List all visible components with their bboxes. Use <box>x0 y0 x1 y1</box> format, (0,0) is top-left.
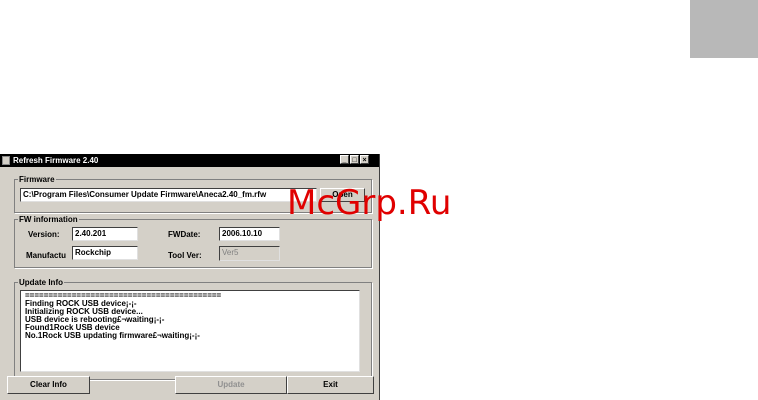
manufacturer-label: Manufactu <box>26 251 66 260</box>
tool-version-label: Tool Ver: <box>168 251 202 260</box>
firmware-path-field[interactable]: C:\Program Files\Consumer Update Firmwar… <box>20 188 317 202</box>
version-label: Version: <box>28 230 60 239</box>
close-button[interactable]: × <box>360 155 369 164</box>
update-info-legend: Update Info <box>19 278 63 287</box>
watermark-text: McGrp.Ru <box>287 183 452 223</box>
version-field[interactable]: 2.40.201 <box>72 227 138 241</box>
manufacturer-field[interactable]: Rockchip <box>72 246 138 260</box>
fw-information-legend: FW information <box>19 215 78 224</box>
title-bar: Refresh Firmware 2.40 _ □ × <box>0 154 379 167</box>
log-line: No.1Rock USB updating firmware£¬waiting¡… <box>25 331 200 340</box>
update-log-textarea[interactable]: ========================================… <box>20 290 360 372</box>
fwdate-label: FWDate: <box>168 230 201 239</box>
fwdate-field[interactable]: 2006.10.10 <box>219 227 280 241</box>
window-controls: _ □ × <box>340 155 369 164</box>
firmware-legend: Firmware <box>19 175 55 184</box>
exit-button[interactable]: Exit <box>287 376 374 394</box>
maximize-button[interactable]: □ <box>350 155 359 164</box>
update-button[interactable]: Update <box>175 376 287 394</box>
app-icon <box>2 156 10 165</box>
clear-info-button[interactable]: Clear Info <box>7 376 90 394</box>
window-title: Refresh Firmware 2.40 <box>13 156 99 165</box>
corner-gray-block <box>690 0 758 58</box>
tool-version-field: Ver5 <box>219 246 280 261</box>
minimize-button[interactable]: _ <box>340 155 349 164</box>
